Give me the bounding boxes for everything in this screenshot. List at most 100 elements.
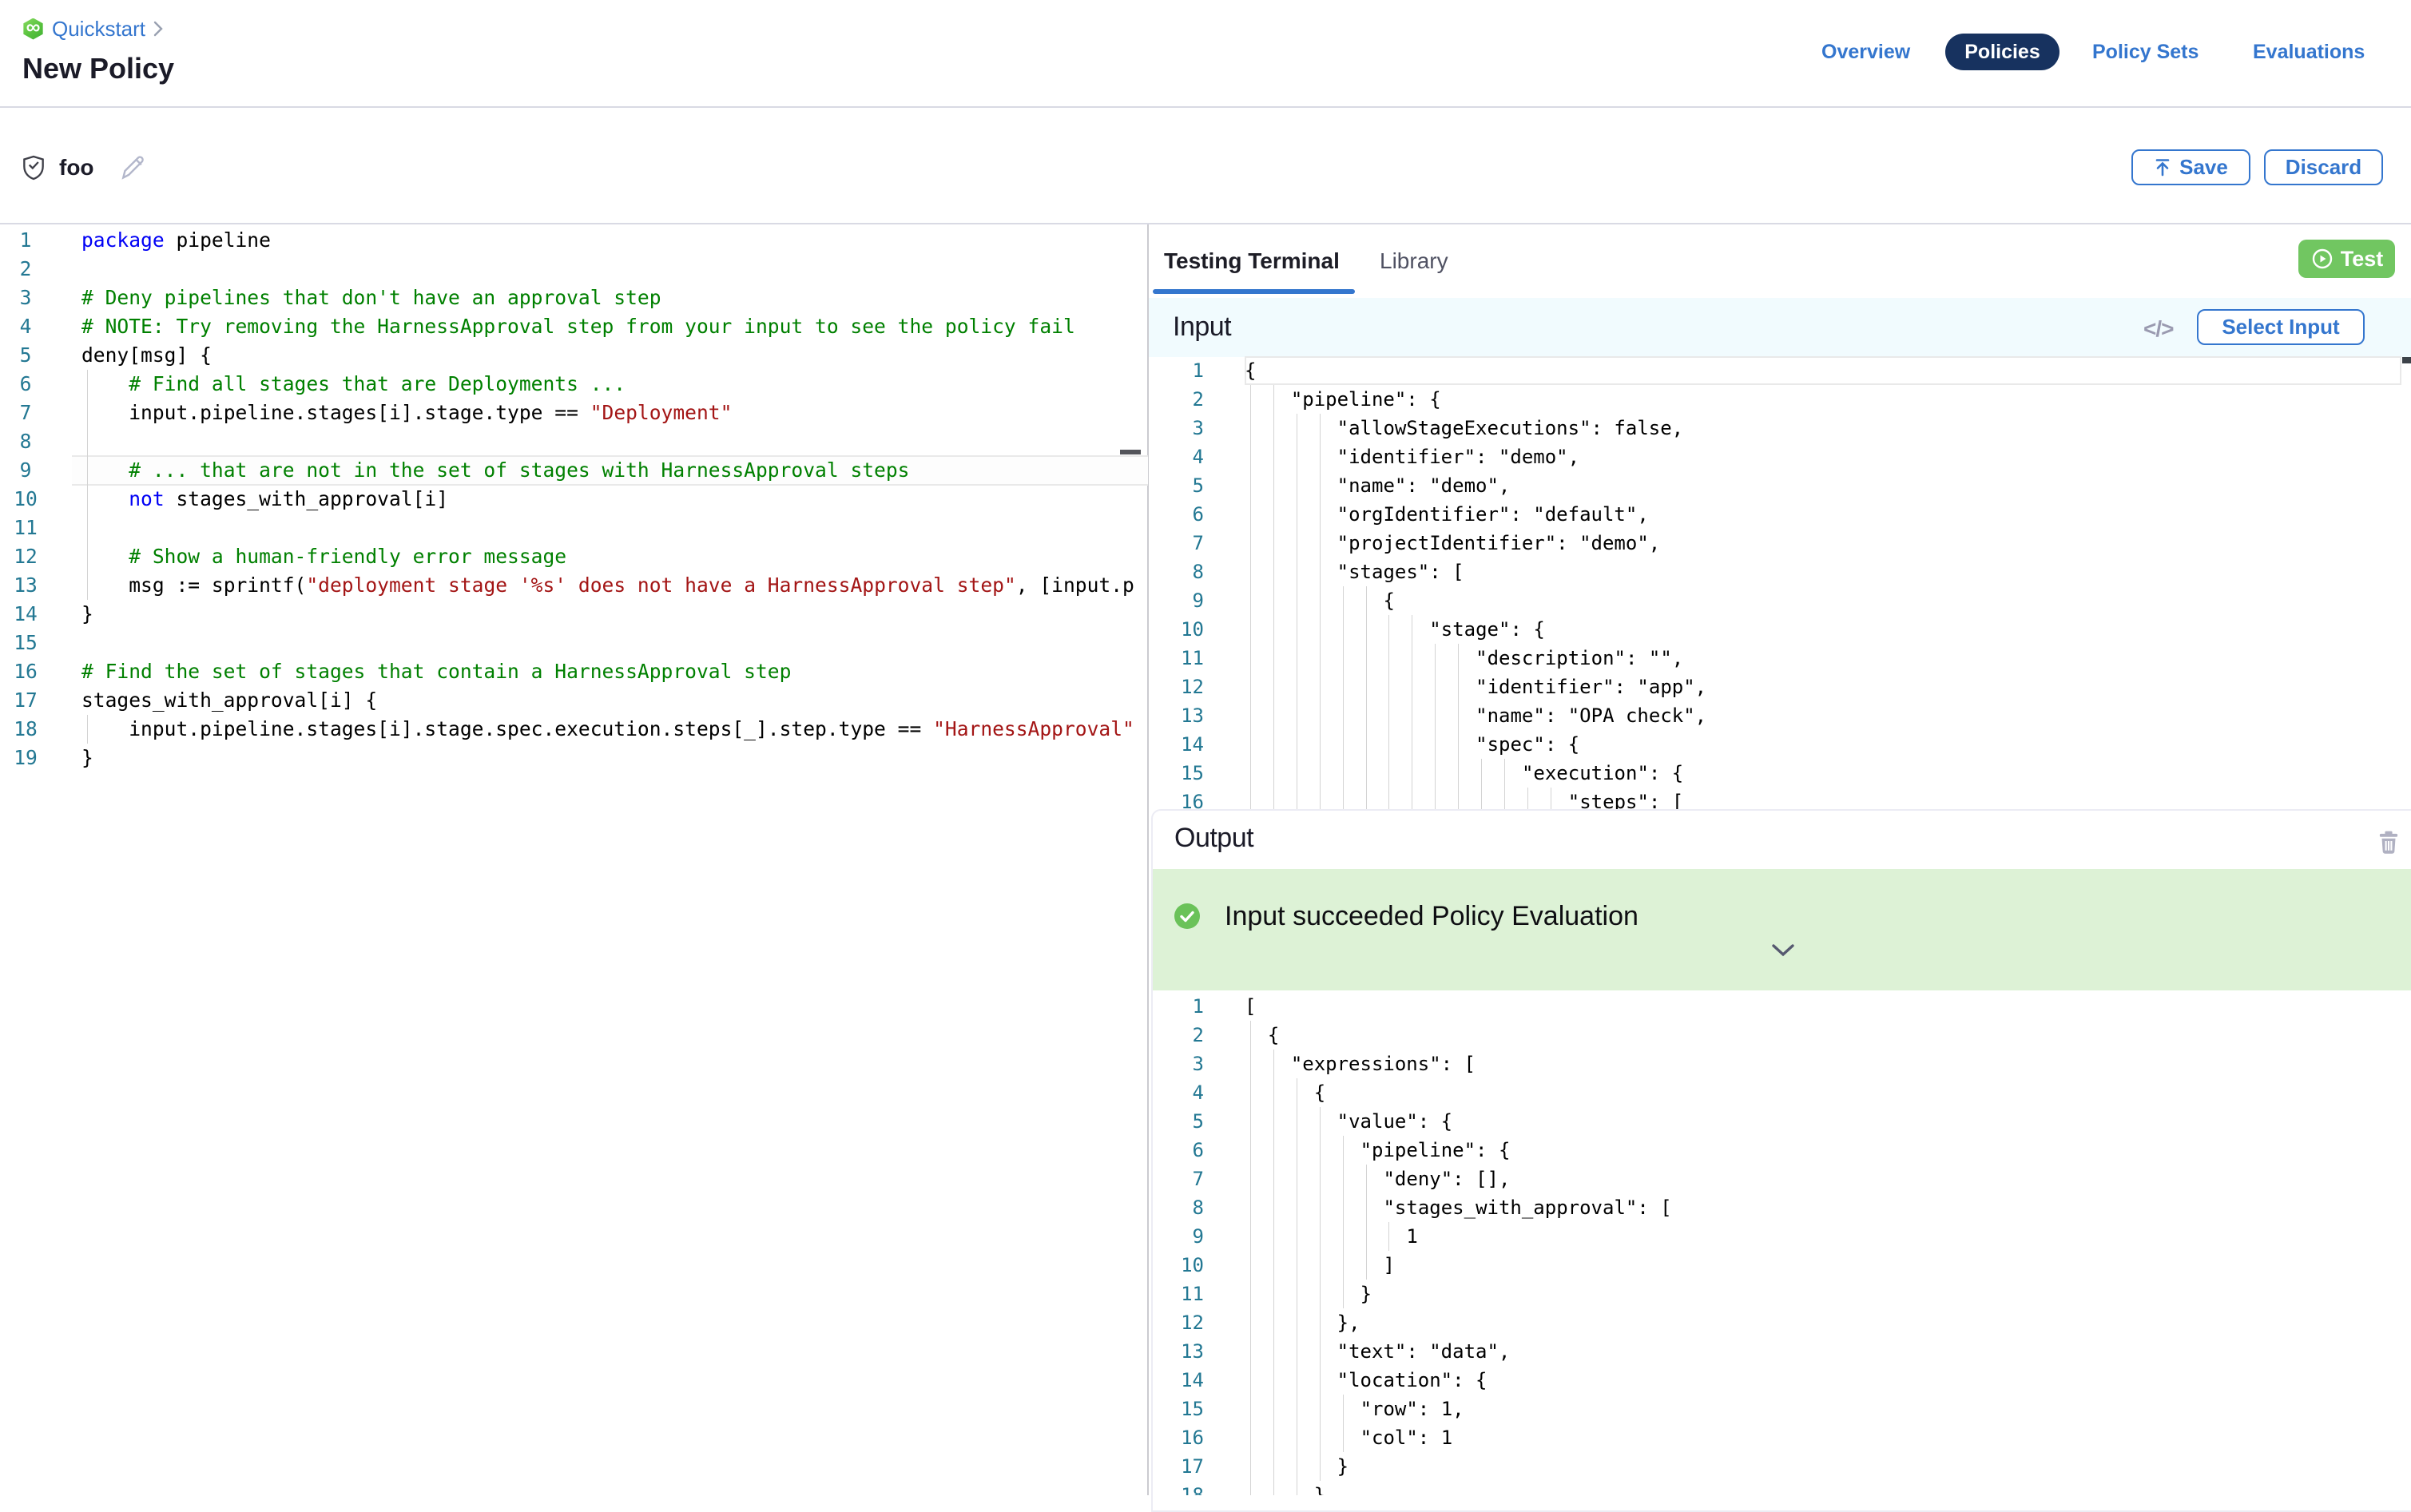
line-number: 3 [1158, 1050, 1204, 1078]
code-line[interactable]: 4"identifier": "demo", [1149, 442, 2411, 471]
code-line[interactable]: 17stages_with_approval[i] { [0, 686, 1148, 715]
code-line[interactable]: 12}, [1153, 1308, 2411, 1337]
code-line[interactable]: 16# Find the set of stages that contain … [0, 657, 1148, 686]
tab-policies[interactable]: Policies [1945, 34, 2059, 70]
tab-evaluations[interactable]: Evaluations [2253, 34, 2365, 70]
code-line[interactable]: 1package pipeline [0, 226, 1148, 255]
code-line[interactable]: 12"identifier": "app", [1149, 673, 2411, 701]
code-line[interactable]: 8 [0, 427, 1148, 456]
save-button[interactable]: Save [2131, 149, 2250, 185]
line-number: 10 [6, 485, 45, 514]
code-line[interactable]: 15"execution": { [1149, 759, 2411, 788]
line-number: 1 [6, 226, 45, 255]
line-number: 8 [6, 427, 45, 456]
edit-pencil-icon[interactable] [118, 153, 147, 182]
code-line[interactable]: 9{ [1149, 586, 2411, 615]
tab-library[interactable]: Library [1380, 248, 1448, 274]
output-json-editor[interactable]: 1[2{3"expressions": [4{5"value": {6"pipe… [1153, 992, 2411, 1495]
code-line[interactable]: 18input.pipeline.stages[i].stage.spec.ex… [0, 715, 1148, 744]
trash-icon[interactable] [2376, 827, 2401, 855]
line-number: 12 [6, 542, 45, 571]
line-number: 4 [6, 312, 45, 341]
line-number: 12 [1158, 673, 1204, 701]
line-number: 14 [6, 600, 45, 629]
harness-logo-icon: ∞ [22, 18, 44, 40]
code-line[interactable]: 1[ [1153, 992, 2411, 1021]
code-line[interactable]: 15 [0, 629, 1148, 657]
code-line[interactable]: 5"name": "demo", [1149, 471, 2411, 500]
code-line[interactable]: 1{ [1149, 356, 2411, 385]
code-line[interactable]: 2"pipeline": { [1149, 385, 2411, 414]
code-line[interactable]: 13"text": "data", [1153, 1337, 2411, 1366]
code-line[interactable]: 10] [1153, 1251, 2411, 1280]
code-line[interactable]: 4# NOTE: Try removing the HarnessApprova… [0, 312, 1148, 341]
code-line[interactable]: 14"location": { [1153, 1366, 2411, 1395]
line-number: 7 [1158, 529, 1204, 558]
code-line[interactable]: 11 [0, 514, 1148, 542]
breadcrumb-project-link[interactable]: Quickstart [52, 17, 145, 42]
code-line[interactable]: 8"stages_with_approval": [ [1153, 1193, 2411, 1222]
code-line[interactable]: 6"orgIdentifier": "default", [1149, 500, 2411, 529]
line-number: 12 [1158, 1308, 1204, 1337]
code-line[interactable]: 18} [1153, 1481, 2411, 1495]
code-line[interactable]: 2{ [1153, 1021, 2411, 1050]
toolbar-divider [0, 223, 2411, 224]
line-number: 2 [1158, 1021, 1204, 1050]
code-line[interactable]: 3# Deny pipelines that don't have an app… [0, 284, 1148, 312]
code-line[interactable]: 8"stages": [ [1149, 558, 2411, 586]
code-line[interactable]: 3"allowStageExecutions": false, [1149, 414, 2411, 442]
code-line[interactable]: 14} [0, 600, 1148, 629]
code-line[interactable]: 16"steps": [ [1149, 788, 2411, 809]
line-number: 13 [1158, 1337, 1204, 1366]
active-tab-underline [1153, 289, 1355, 294]
policy-code-editor[interactable]: 1package pipeline23# Deny pipelines that… [0, 226, 1148, 777]
code-line[interactable]: 9# ... that are not in the set of stages… [0, 456, 1148, 485]
line-number: 13 [1158, 701, 1204, 730]
tab-overview[interactable]: Overview [1821, 34, 1910, 70]
code-line[interactable]: 16"col": 1 [1153, 1423, 2411, 1452]
line-number: 8 [1158, 1193, 1204, 1222]
select-input-button[interactable]: Select Input [2197, 309, 2365, 345]
line-number: 1 [1158, 356, 1204, 385]
discard-button[interactable]: Discard [2264, 149, 2383, 185]
code-line[interactable]: 5"value": { [1153, 1107, 2411, 1136]
code-line[interactable]: 12# Show a human-friendly error message [0, 542, 1148, 571]
code-view-icon[interactable]: </> [2143, 316, 2173, 342]
code-line[interactable]: 4{ [1153, 1078, 2411, 1107]
line-number: 16 [1158, 1423, 1204, 1452]
line-number: 6 [1158, 1136, 1204, 1165]
line-number: 3 [6, 284, 45, 312]
tab-testing-terminal[interactable]: Testing Terminal [1164, 248, 1340, 274]
code-line[interactable]: 19} [0, 744, 1148, 772]
code-line[interactable]: 6"pipeline": { [1153, 1136, 2411, 1165]
code-line[interactable]: 5deny[msg] { [0, 341, 1148, 370]
code-line[interactable]: 10not stages_with_approval[i] [0, 485, 1148, 514]
banner-expand-chevron-icon[interactable] [1772, 944, 1794, 957]
page-title: New Policy [22, 52, 174, 85]
code-line[interactable]: 7"projectIdentifier": "demo", [1149, 529, 2411, 558]
line-number: 11 [6, 514, 45, 542]
code-line[interactable]: 91 [1153, 1222, 2411, 1251]
code-line[interactable]: 2 [0, 255, 1148, 284]
tab-policy-sets[interactable]: Policy Sets [2092, 34, 2198, 70]
code-line[interactable]: 15"row": 1, [1153, 1395, 2411, 1423]
code-line[interactable]: 14"spec": { [1149, 730, 2411, 759]
output-title: Output [1174, 823, 1253, 854]
line-number: 9 [1158, 586, 1204, 615]
code-line[interactable]: 7input.pipeline.stages[i].stage.type == … [0, 399, 1148, 427]
test-button[interactable]: Test [2298, 240, 2395, 278]
line-number: 6 [6, 370, 45, 399]
line-number: 15 [1158, 1395, 1204, 1423]
code-line[interactable]: 17} [1153, 1452, 2411, 1481]
code-line[interactable]: 6# Find all stages that are Deployments … [0, 370, 1148, 399]
code-line[interactable]: 10"stage": { [1149, 615, 2411, 644]
code-line[interactable]: 7"deny": [], [1153, 1165, 2411, 1193]
line-number: 14 [1158, 730, 1204, 759]
code-line[interactable]: 11} [1153, 1280, 2411, 1308]
upload-icon [2154, 158, 2171, 177]
code-line[interactable]: 13msg := sprintf("deployment stage '%s' … [0, 571, 1148, 600]
code-line[interactable]: 13"name": "OPA check", [1149, 701, 2411, 730]
input-json-editor[interactable]: 1{2"pipeline": {3"allowStageExecutions":… [1149, 356, 2411, 809]
code-line[interactable]: 11"description": "", [1149, 644, 2411, 673]
code-line[interactable]: 3"expressions": [ [1153, 1050, 2411, 1078]
